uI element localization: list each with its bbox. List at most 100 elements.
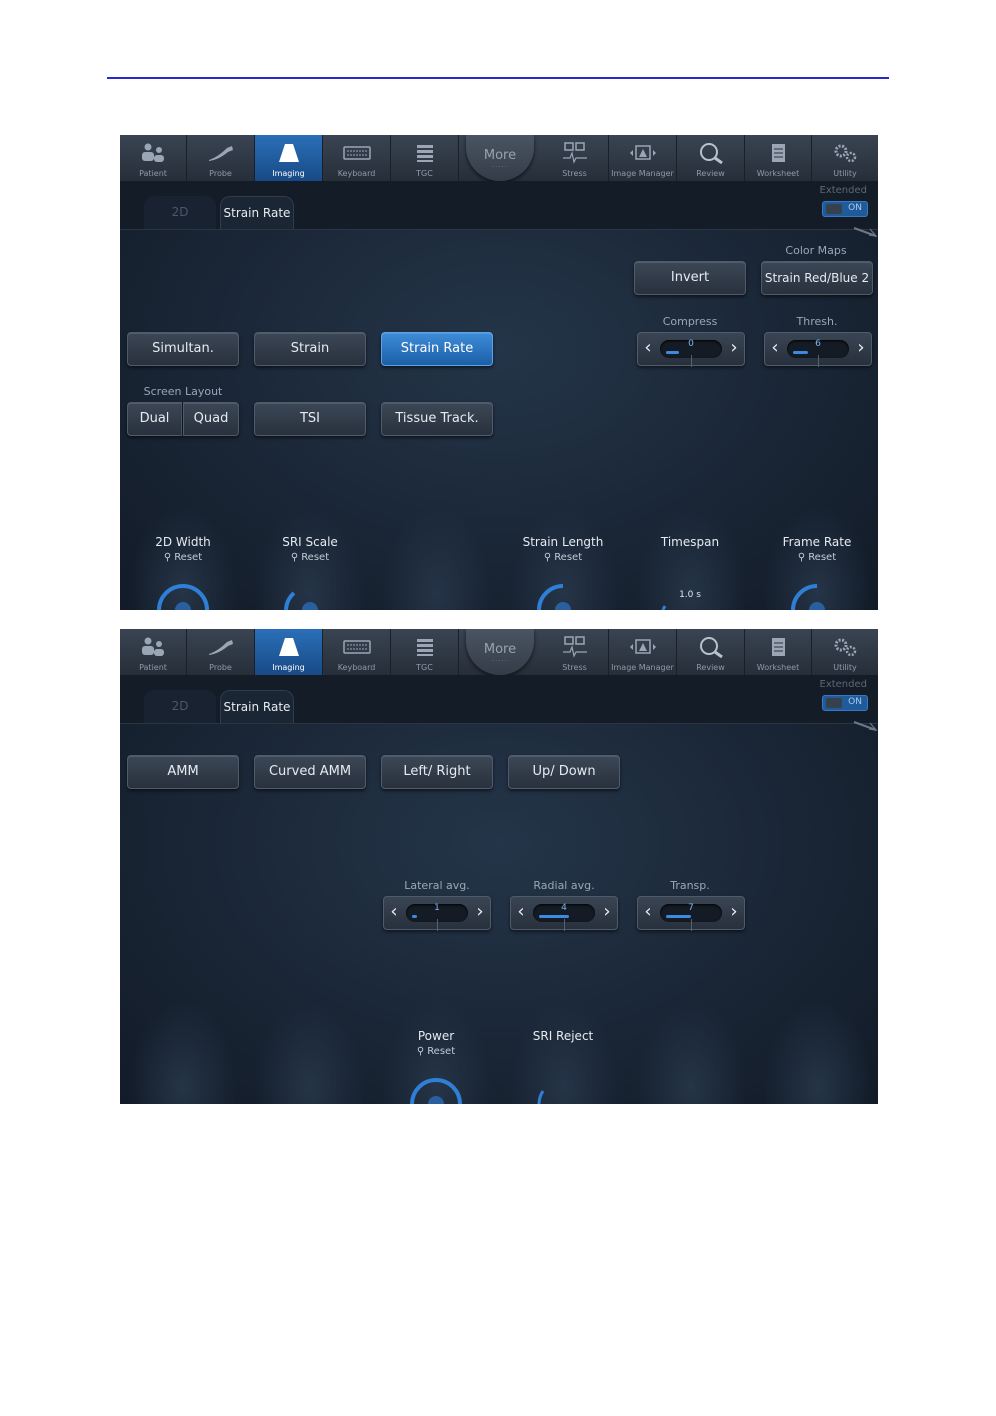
color-map-button[interactable]: Strain Red/Blue 2 bbox=[761, 261, 873, 295]
page-header-rule bbox=[107, 77, 889, 79]
radial-avg-stepper[interactable]: ‹ 4 › bbox=[510, 896, 618, 931]
image-manager-icon bbox=[629, 639, 656, 654]
tgc-icon bbox=[416, 639, 433, 656]
review-icon bbox=[699, 143, 723, 164]
power-reset[interactable]: ⚲ Reset bbox=[376, 1046, 496, 1057]
nav-review[interactable]: Review bbox=[677, 629, 745, 675]
pin-icon[interactable] bbox=[852, 227, 878, 237]
nav-worksheet[interactable]: Worksheet bbox=[745, 135, 812, 181]
more-dots: ..... bbox=[491, 655, 509, 663]
nav-probe[interactable]: Probe bbox=[187, 135, 255, 181]
nav-patient[interactable]: Patient bbox=[120, 629, 187, 675]
frame-rate-knob[interactable] bbox=[787, 579, 847, 610]
2d-width-knob[interactable] bbox=[153, 579, 213, 610]
sri-scale-reset[interactable]: ⚲ Reset bbox=[250, 552, 370, 563]
extended-toggle[interactable]: ON bbox=[822, 695, 868, 711]
worksheet-icon bbox=[772, 144, 785, 162]
sri-scale-knob[interactable] bbox=[280, 579, 340, 610]
decrease-arrow-icon[interactable]: ‹ bbox=[638, 333, 658, 365]
nav-probe[interactable]: Probe bbox=[187, 629, 255, 675]
2d-width-label: 2D Width bbox=[155, 535, 211, 549]
timespan-knob[interactable] bbox=[660, 579, 720, 610]
strain-button[interactable]: Strain bbox=[254, 332, 366, 366]
simultan-button[interactable]: Simultan. bbox=[127, 332, 239, 366]
tab-2d[interactable]: 2D bbox=[144, 196, 216, 229]
sri-reject-label: SRI Reject bbox=[532, 1029, 594, 1043]
curved-amm-button[interactable]: Curved AMM bbox=[254, 755, 366, 789]
tab-strain-rate[interactable]: Strain Rate bbox=[220, 690, 294, 723]
quad-button[interactable]: Quad bbox=[183, 402, 239, 436]
nav-label: Utility bbox=[833, 663, 857, 672]
nav-worksheet[interactable]: Worksheet bbox=[745, 629, 812, 675]
increase-arrow-icon[interactable]: › bbox=[470, 897, 490, 929]
2d-width-reset[interactable]: ⚲ Reset bbox=[123, 552, 243, 563]
increase-arrow-icon[interactable]: › bbox=[724, 897, 744, 929]
nav-imaging[interactable]: Imaging bbox=[255, 135, 323, 181]
stepper-divider bbox=[691, 355, 692, 367]
tsi-button[interactable]: TSI bbox=[254, 402, 366, 436]
compress-caption: Compress bbox=[662, 315, 718, 328]
power-knob[interactable] bbox=[406, 1073, 466, 1104]
nav-stress[interactable]: Stress bbox=[541, 629, 609, 675]
nav-label: Patient bbox=[139, 169, 167, 178]
stepper-divider bbox=[691, 919, 692, 931]
dual-button[interactable]: Dual bbox=[127, 402, 182, 436]
sri-reject-knob[interactable] bbox=[533, 1073, 593, 1104]
decrease-arrow-icon[interactable]: ‹ bbox=[638, 897, 658, 929]
nav-utility[interactable]: Utility bbox=[812, 629, 878, 675]
extended-toggle[interactable]: ON bbox=[822, 201, 868, 217]
up-down-button[interactable]: Up/ Down bbox=[508, 755, 620, 789]
knob-background bbox=[128, 999, 238, 1104]
nav-image-manager[interactable]: Image Manager bbox=[609, 135, 677, 181]
nav-keyboard[interactable]: Keyboard bbox=[323, 135, 391, 181]
nav-review[interactable]: Review bbox=[677, 135, 745, 181]
reset-label: Reset bbox=[554, 552, 583, 563]
increase-arrow-icon[interactable]: › bbox=[724, 333, 744, 365]
thresh-stepper[interactable]: ‹ 6 › bbox=[764, 332, 872, 367]
decrease-arrow-icon[interactable]: ‹ bbox=[765, 333, 785, 365]
stress-icon bbox=[562, 636, 587, 658]
nav-tgc[interactable]: TGC bbox=[391, 629, 459, 675]
nav-label: TGC bbox=[416, 169, 433, 178]
decrease-arrow-icon[interactable]: ‹ bbox=[511, 897, 531, 929]
strain-length-knob[interactable] bbox=[533, 579, 593, 610]
nav-image-manager[interactable]: Image Manager bbox=[609, 629, 677, 675]
stepper-value: 0 bbox=[688, 339, 694, 349]
nav-label: Stress bbox=[562, 663, 587, 672]
keyboard-icon bbox=[342, 146, 371, 160]
frame-rate-label: Frame Rate bbox=[782, 535, 852, 549]
strain-rate-button[interactable]: Strain Rate bbox=[381, 332, 493, 366]
more-tab[interactable]: More ..... bbox=[466, 135, 534, 181]
keyboard-icon bbox=[342, 640, 371, 654]
amm-button[interactable]: AMM bbox=[127, 755, 239, 789]
lateral-avg-stepper[interactable]: ‹ 1 › bbox=[383, 896, 491, 931]
compress-stepper[interactable]: ‹ 0 › bbox=[637, 332, 745, 367]
knob-background bbox=[255, 999, 365, 1104]
decrease-arrow-icon[interactable]: ‹ bbox=[384, 897, 404, 929]
nav-keyboard[interactable]: Keyboard bbox=[323, 629, 391, 675]
increase-arrow-icon[interactable]: › bbox=[851, 333, 871, 365]
nav-imaging[interactable]: Imaging bbox=[255, 629, 323, 675]
transp-stepper[interactable]: ‹ 7 › bbox=[637, 896, 745, 931]
more-tab[interactable]: More ..... bbox=[466, 629, 534, 675]
tissue-track-button[interactable]: Tissue Track. bbox=[381, 402, 493, 436]
patient-icon bbox=[142, 143, 164, 162]
pin-icon[interactable] bbox=[852, 721, 878, 731]
top-nav-bar: Patient Probe Imaging Keyboard TGC More … bbox=[120, 629, 878, 676]
imaging-icon bbox=[278, 638, 299, 656]
frame-rate-reset[interactable]: ⚲ Reset bbox=[757, 552, 877, 563]
nav-tgc[interactable]: TGC bbox=[391, 135, 459, 181]
increase-arrow-icon[interactable]: › bbox=[597, 897, 617, 929]
stepper-value: 7 bbox=[688, 903, 694, 913]
tab-strain-rate[interactable]: Strain Rate bbox=[220, 196, 294, 229]
reset-pin-icon: ⚲ bbox=[797, 552, 806, 563]
strain-length-reset[interactable]: ⚲ Reset bbox=[503, 552, 623, 563]
tab-2d[interactable]: 2D bbox=[144, 690, 216, 723]
left-right-button[interactable]: Left/ Right bbox=[381, 755, 493, 789]
nav-patient[interactable]: Patient bbox=[120, 135, 187, 181]
reset-pin-icon: ⚲ bbox=[543, 552, 552, 563]
invert-button[interactable]: Invert bbox=[634, 261, 746, 295]
stepper-value: 6 bbox=[815, 339, 821, 349]
nav-stress[interactable]: Stress bbox=[541, 135, 609, 181]
nav-utility[interactable]: Utility bbox=[812, 135, 878, 181]
